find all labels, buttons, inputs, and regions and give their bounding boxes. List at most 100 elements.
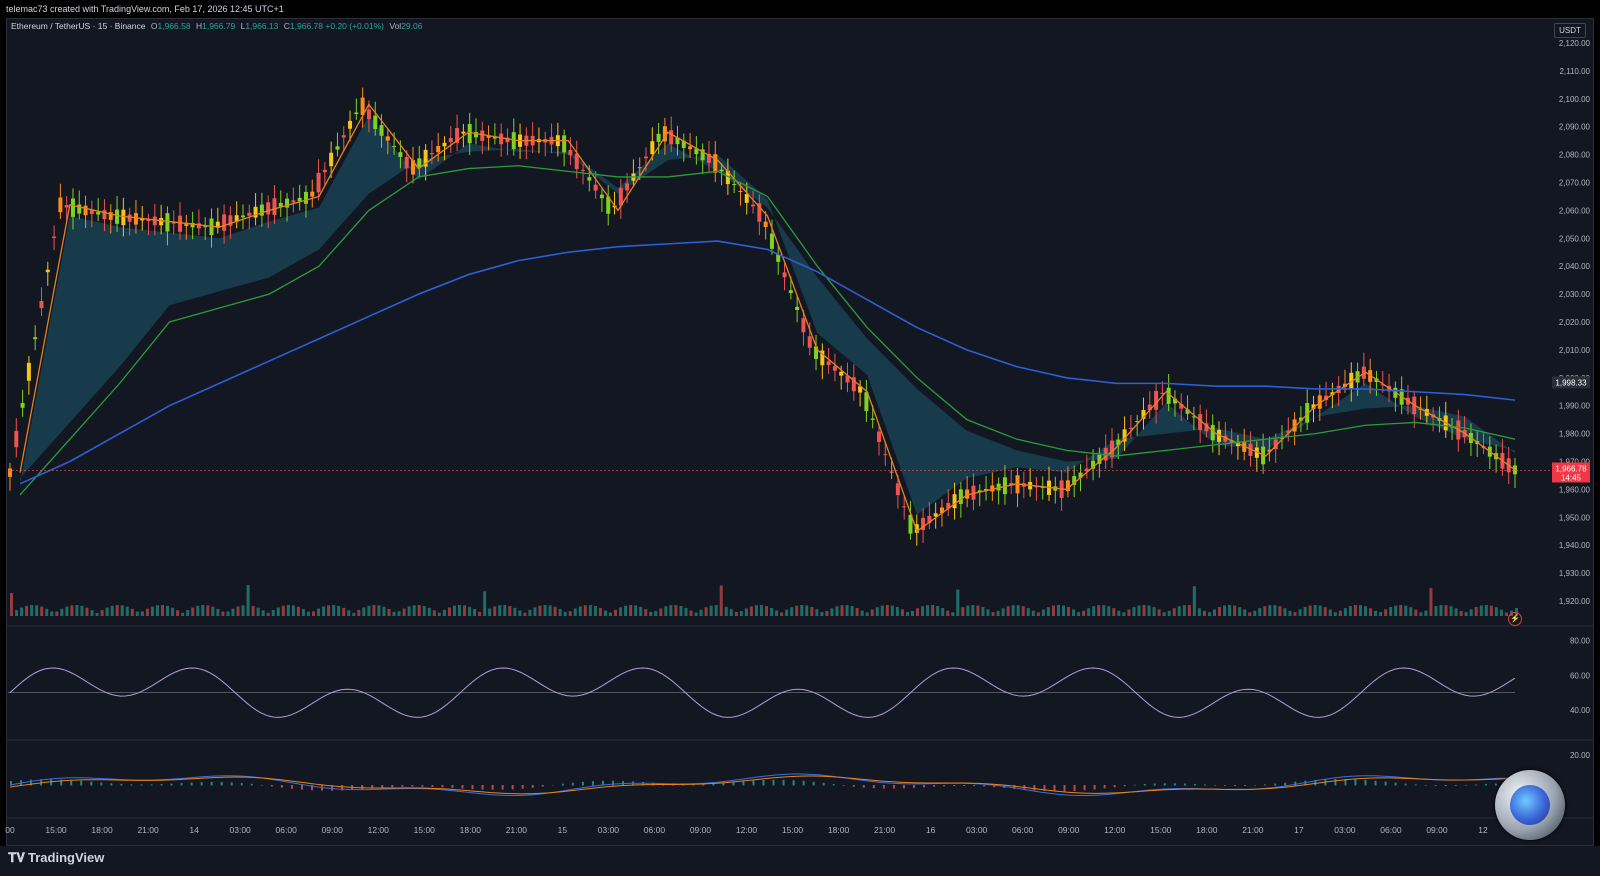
volume-bar [895, 606, 899, 616]
price-tick-label: 2,110.00 [1559, 67, 1590, 76]
rsi-tick-label: 40.00 [1570, 706, 1591, 715]
volume-bar [1363, 606, 1367, 616]
volume-bar [1162, 612, 1166, 616]
volume-bar [296, 606, 300, 616]
candle-body [392, 146, 397, 148]
time-tick-label: 03:00 [598, 825, 620, 835]
macd-histogram-bar [943, 785, 946, 787]
volume-bar [327, 605, 331, 616]
lightning-icon[interactable]: ⚡ [1508, 612, 1522, 626]
candle-body [839, 371, 844, 376]
price-tick-label: 1,990.00 [1559, 402, 1591, 411]
volume-bar [845, 605, 849, 616]
volume-bar [583, 605, 587, 616]
last-price-label: 1,966.78 [1555, 464, 1587, 473]
volume-bar [689, 610, 693, 616]
volume-bar [1338, 610, 1342, 616]
time-tick-label: 18:00 [91, 825, 113, 835]
candle-body [744, 194, 749, 203]
volume-bar [181, 612, 185, 616]
candle-body [499, 133, 504, 145]
volume-bar [1444, 605, 1448, 616]
candle-body [379, 125, 384, 136]
macd-histogram-bar [953, 785, 956, 787]
macd-histogram-bar [230, 782, 233, 786]
candle-body [329, 152, 334, 167]
candle-body [769, 233, 774, 249]
macd-histogram-bar [1153, 783, 1156, 786]
macd-histogram-bar [90, 781, 93, 786]
volume-bar [1092, 606, 1096, 616]
macd-histogram-bar [742, 781, 745, 786]
macd-histogram-bar [411, 785, 414, 787]
volume-bar [427, 607, 431, 616]
volume-bar [105, 607, 109, 616]
candle-body [568, 149, 573, 156]
volume-bar [1238, 607, 1242, 616]
candle-body [165, 213, 170, 232]
volume-bar [493, 606, 497, 616]
symbol-name[interactable]: Ethereum / TetherUS · 15 · Binance [11, 21, 146, 31]
macd-histogram-bar [1284, 782, 1287, 786]
volume-bar [447, 607, 451, 616]
volume-bar [100, 610, 104, 616]
volume-bar [548, 605, 552, 616]
volume-bar [171, 607, 175, 616]
macd-histogram-bar [451, 785, 454, 788]
volume-bar [75, 605, 79, 616]
macd-histogram-bar [1183, 783, 1186, 786]
volume-bar [256, 607, 260, 616]
candle-body [719, 169, 724, 172]
volume-bar [865, 612, 869, 616]
volume-bar [1021, 606, 1025, 616]
volume-bar [342, 607, 346, 616]
macd-histogram-bar [822, 782, 825, 786]
volume-bar [206, 605, 210, 616]
volume-bar [1187, 605, 1191, 616]
candle-body [96, 212, 101, 215]
volume-bar [1273, 605, 1277, 616]
time-tick-label: 03:00 [1334, 825, 1356, 835]
price-tick-label: 2,010.00 [1559, 346, 1591, 355]
price-tick-label: 2,070.00 [1559, 179, 1591, 188]
volume-bar [1454, 608, 1458, 616]
volume-bar [392, 611, 396, 616]
candle-body [64, 205, 69, 208]
macd-histogram-bar [361, 785, 364, 790]
macd-histogram-bar [1173, 783, 1176, 786]
volume-bar [1424, 610, 1428, 616]
volume-bar [1051, 605, 1055, 616]
volume-bar [765, 606, 769, 616]
candle-body [637, 167, 642, 169]
volume-bar [1343, 608, 1347, 616]
macd-histogram-bar [391, 785, 394, 788]
volume-bar [785, 609, 789, 616]
macd-histogram-bar [80, 780, 83, 786]
volume-bar [1348, 606, 1352, 616]
volume-bar [568, 611, 572, 616]
candle-body [895, 483, 900, 496]
volume-bar [422, 605, 426, 616]
volume-bar [478, 611, 482, 616]
tradingview-logo[interactable]: 𝐓𝐕 TradingView [8, 850, 104, 866]
volume-bar [1107, 606, 1111, 616]
volume-bar [1102, 605, 1106, 616]
candle-body [958, 489, 963, 504]
volume-bar [1369, 608, 1373, 616]
candle-body [341, 135, 346, 138]
candle-body [788, 290, 793, 294]
currency-badge[interactable]: USDT [1554, 23, 1586, 38]
volume-bar [387, 608, 391, 616]
volume-bar [1399, 605, 1403, 616]
volume-bar [1404, 605, 1408, 616]
macd-histogram-bar [752, 780, 755, 786]
volume-bar [1001, 608, 1005, 616]
candle-body [322, 169, 327, 173]
volume-bar [1137, 605, 1141, 616]
volume-bar [1323, 607, 1327, 616]
ma-value-label: 1,998.33 [1555, 378, 1587, 387]
chart-canvas[interactable]: 2,120.00 2,110.00 2,100.00 2,090.00 2,080.00… [0, 0, 1600, 876]
volume-bar [50, 611, 54, 616]
volume-bar [1228, 605, 1232, 616]
volume-bar [1439, 605, 1443, 616]
